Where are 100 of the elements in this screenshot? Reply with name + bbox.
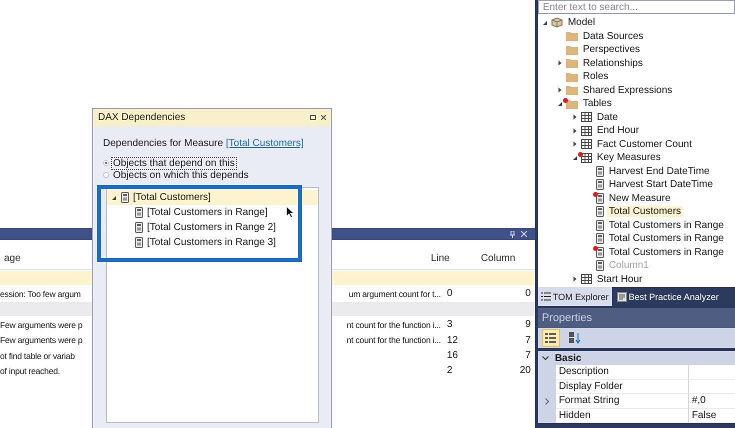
tree-item[interactable]: Relationships bbox=[580, 58, 645, 69]
column-header[interactable]: Column bbox=[476, 252, 535, 264]
tab[interactable]: TOM Explorer bbox=[538, 287, 612, 306]
tree-item[interactable]: [Total Customers in Range] bbox=[107, 205, 318, 220]
sort-az-icon bbox=[568, 332, 581, 344]
property-name-cell: Format String bbox=[556, 394, 689, 408]
tree-item[interactable]: Harvest End DateTime bbox=[606, 166, 712, 177]
tree-item[interactable]: Perspectives bbox=[580, 44, 642, 56]
calculator-icon bbox=[596, 233, 604, 244]
pin-icon[interactable] bbox=[510, 230, 515, 238]
category-label: Basic bbox=[554, 352, 582, 364]
radio-label[interactable]: Objects that depend on this bbox=[111, 156, 237, 170]
error-message: Few arguments were p bbox=[0, 335, 82, 346]
tree-item[interactable]: End Hour bbox=[594, 125, 642, 136]
expand-arrow-icon[interactable] bbox=[572, 128, 578, 134]
report-icon bbox=[616, 292, 627, 302]
calculator-icon bbox=[596, 260, 604, 272]
property-value-cell[interactable] bbox=[688, 365, 735, 380]
table-icon bbox=[580, 152, 592, 163]
tree-item[interactable]: Data Sources bbox=[580, 30, 646, 42]
expand-arrow-icon[interactable] bbox=[556, 60, 563, 66]
expand-arrow-icon[interactable] bbox=[556, 87, 563, 94]
error-message: ession: Too few argum bbox=[0, 288, 81, 299]
error-message: nt count for the function i... bbox=[346, 320, 441, 330]
categorized-button[interactable] bbox=[542, 329, 560, 347]
expand-arrow-icon[interactable] bbox=[572, 114, 578, 120]
tree-item[interactable]: [Total Customers] bbox=[107, 190, 318, 205]
calculator-icon bbox=[135, 237, 143, 248]
property-value-cell[interactable]: False bbox=[688, 408, 735, 423]
calculator-icon bbox=[596, 192, 604, 204]
table-icon bbox=[580, 274, 592, 284]
property-name-cell: Hidden bbox=[556, 408, 689, 423]
column-number: 20 bbox=[518, 365, 532, 376]
line-number: 3 bbox=[446, 319, 454, 330]
radio-label[interactable]: Objects on which this depends bbox=[111, 168, 251, 182]
error-message: ot find table or variab bbox=[0, 350, 75, 361]
property-value-cell[interactable]: #,0 bbox=[688, 394, 735, 408]
tree-item[interactable]: Start Hour bbox=[594, 274, 644, 285]
column-number: 7 bbox=[524, 350, 532, 362]
tree-item[interactable]: Total Customers in Range bbox=[606, 246, 726, 258]
tree-item[interactable]: New Measure bbox=[606, 192, 673, 204]
measure-link[interactable]: [Total Customers] bbox=[226, 138, 304, 149]
error-message: um argument count for t... bbox=[348, 288, 441, 299]
calculator-icon bbox=[135, 207, 143, 218]
line-number: 16 bbox=[446, 350, 459, 362]
tree-item[interactable]: Key Measures bbox=[594, 152, 663, 164]
radio-button[interactable] bbox=[103, 172, 109, 178]
error-message: Few arguments were p bbox=[0, 320, 82, 330]
folder-icon bbox=[566, 31, 578, 42]
collapse-arrow-icon[interactable] bbox=[111, 194, 117, 200]
tree-item[interactable]: [Total Customers in Range 2] bbox=[107, 220, 318, 235]
close-icon[interactable] bbox=[321, 115, 326, 120]
dialog-heading: Dependencies for Measure bbox=[103, 138, 224, 149]
restore-icon[interactable] bbox=[310, 115, 316, 120]
calculator-icon bbox=[135, 222, 143, 233]
table-icon bbox=[580, 139, 592, 150]
tree-item[interactable]: Model bbox=[566, 17, 598, 28]
calculator-icon bbox=[596, 206, 604, 218]
table-icon bbox=[580, 126, 592, 136]
categorized-icon bbox=[545, 333, 556, 343]
calculator-icon bbox=[121, 192, 129, 203]
calculator-icon bbox=[596, 179, 604, 190]
tree-item[interactable]: Tables bbox=[580, 98, 614, 110]
radio-button[interactable] bbox=[103, 160, 109, 166]
tree-item[interactable]: Harvest Start DateTime bbox=[606, 179, 715, 190]
mouse-cursor-icon bbox=[286, 206, 294, 218]
expand-arrow-icon[interactable] bbox=[572, 276, 578, 282]
property-value-cell[interactable] bbox=[688, 380, 735, 394]
property-name-cell: Display Folder bbox=[556, 380, 689, 394]
tree-item[interactable]: Date bbox=[594, 112, 620, 123]
line-number: 12 bbox=[446, 334, 459, 346]
line-number: 0 bbox=[446, 288, 454, 300]
tree-item[interactable]: Total Customers bbox=[606, 206, 684, 218]
column-number: 9 bbox=[524, 319, 532, 330]
property-name-cell: Description bbox=[556, 365, 689, 380]
chevron-right-icon[interactable] bbox=[544, 398, 549, 405]
calculator-icon bbox=[596, 246, 604, 258]
column-number: 7 bbox=[524, 334, 532, 346]
collapse-arrow-icon[interactable] bbox=[542, 20, 548, 26]
folder-icon bbox=[566, 85, 578, 96]
expand-arrow-icon[interactable] bbox=[572, 141, 578, 148]
folder-icon bbox=[566, 72, 578, 82]
chevron-down-icon[interactable] bbox=[542, 356, 549, 360]
tree-item[interactable]: Total Customers in Range bbox=[606, 220, 726, 231]
error-message: of input reached. bbox=[0, 366, 60, 376]
collapse-arrow-icon[interactable] bbox=[572, 154, 578, 161]
calculator-icon bbox=[596, 166, 604, 177]
column-number: 0 bbox=[524, 288, 532, 300]
tree-item[interactable]: [Total Customers in Range 3] bbox=[107, 235, 318, 250]
folder-icon bbox=[566, 58, 578, 68]
collapse-arrow-icon[interactable] bbox=[556, 100, 563, 107]
line-number: 2 bbox=[446, 365, 454, 376]
folder-icon bbox=[566, 44, 578, 55]
panel-title: Properties bbox=[538, 308, 735, 328]
tree-item[interactable]: Fact Customer Count bbox=[594, 138, 694, 150]
column-header[interactable]: Line bbox=[426, 252, 477, 264]
tree-item[interactable]: Shared Expressions bbox=[580, 84, 674, 96]
tree-item[interactable]: Total Customers in Range bbox=[606, 233, 726, 244]
tree-item[interactable]: Roles bbox=[580, 71, 610, 82]
search-field[interactable]: Enter text to search... bbox=[538, 0, 735, 14]
